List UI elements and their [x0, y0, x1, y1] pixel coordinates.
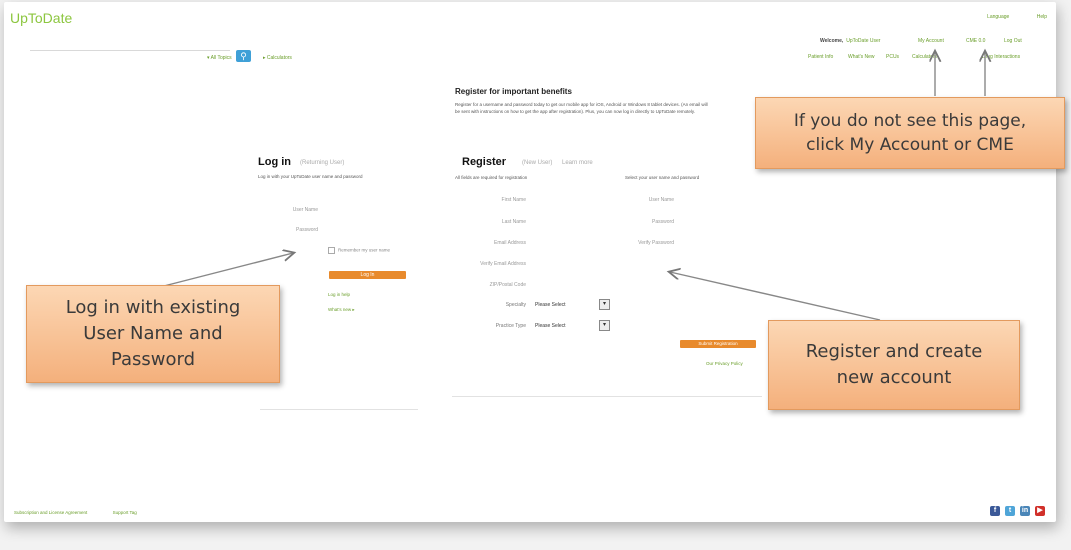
- search-input[interactable]: [30, 50, 230, 51]
- verify-password-field[interactable]: Verify Password: [594, 240, 674, 246]
- remember-me-checkbox[interactable]: Remember my user name: [328, 247, 390, 254]
- chevron-down-icon[interactable]: ▾: [599, 299, 610, 310]
- uptodate-logo[interactable]: UpToDate: [10, 10, 72, 26]
- calculators-link[interactable]: ▸ Calculators: [263, 55, 292, 61]
- email-field[interactable]: Email Address: [446, 240, 526, 246]
- specialty-label: Specialty: [505, 302, 526, 308]
- nav-calculators[interactable]: Calculators: [912, 54, 937, 60]
- nav-pcus[interactable]: PCUs: [886, 54, 899, 60]
- login-help-link[interactable]: Log in help: [328, 292, 350, 297]
- top-links: Language Help: [961, 14, 1047, 20]
- reg-password-field[interactable]: Password: [594, 219, 674, 225]
- login-subtitle: (Returning User): [300, 160, 345, 166]
- cme-link[interactable]: CME 0.0: [966, 38, 985, 44]
- first-name-field[interactable]: First Name: [446, 197, 526, 203]
- practice-type-select[interactable]: Please Select ▾: [535, 320, 610, 331]
- callout-top: If you do not see this page, click My Ac…: [755, 97, 1065, 169]
- support-tag-link[interactable]: Support Tag: [113, 510, 137, 515]
- youtube-icon[interactable]: ▶: [1035, 506, 1045, 516]
- callout-register: Register and create new account: [768, 320, 1020, 410]
- browser-page: [4, 2, 1056, 522]
- callout-login: Log in with existing User Name and Passw…: [26, 285, 280, 383]
- required-note: All fields are required for registration: [455, 175, 528, 180]
- log-out-link[interactable]: Log Out: [1004, 38, 1022, 44]
- all-topics-dropdown[interactable]: ▾ All Topics: [207, 55, 232, 61]
- linkedin-icon[interactable]: in: [1020, 506, 1030, 516]
- search-icon[interactable]: ⚲: [236, 50, 251, 62]
- practice-type-value: Please Select: [535, 323, 566, 329]
- privacy-policy-link[interactable]: Our Privacy Policy: [706, 361, 743, 366]
- login-button[interactable]: Log In: [329, 271, 406, 279]
- submit-registration-button[interactable]: Submit Registration: [680, 340, 756, 348]
- register-subtitle: (New User): [522, 160, 553, 166]
- nav-patient-info[interactable]: Patient Info: [808, 54, 833, 60]
- last-name-field[interactable]: Last Name: [446, 219, 526, 225]
- nav-whats-new[interactable]: What's New: [848, 54, 875, 60]
- zip-field[interactable]: ZIP/Postal Code: [446, 282, 526, 288]
- chevron-down-icon[interactable]: ▾: [599, 320, 610, 331]
- login-title: Log in: [258, 156, 291, 168]
- benefits-text: Register for a username and password tod…: [455, 102, 708, 114]
- welcome-message: Welcome, UpToDate User: [820, 38, 880, 44]
- verify-email-field[interactable]: Verify Email Address: [446, 261, 526, 267]
- welcome-label: Welcome,: [820, 38, 844, 44]
- specialty-value: Please Select: [535, 302, 566, 308]
- specialty-select[interactable]: Please Select ▾: [535, 299, 610, 310]
- language-link[interactable]: Language: [987, 14, 1009, 20]
- twitter-icon[interactable]: t: [1005, 506, 1015, 516]
- password-field-label[interactable]: Password: [258, 227, 318, 233]
- help-link[interactable]: Help: [1037, 14, 1047, 20]
- register-divider: [452, 396, 762, 397]
- checkbox-icon[interactable]: [328, 247, 335, 254]
- facebook-icon[interactable]: f: [990, 506, 1000, 516]
- footer-links: Subscription and License Agreement Suppo…: [14, 510, 161, 515]
- whats-new-link[interactable]: What's new ▸: [328, 307, 355, 313]
- learn-more-link[interactable]: Learn more: [562, 160, 593, 166]
- practice-type-label: Practice Type: [495, 323, 526, 329]
- login-description: Log in with your UpToDate user name and …: [258, 174, 363, 179]
- welcome-name: UpToDate User: [846, 38, 881, 44]
- login-divider: [260, 409, 418, 410]
- reg-username-field[interactable]: User Name: [594, 197, 674, 203]
- license-agreement-link[interactable]: Subscription and License Agreement: [14, 510, 87, 515]
- remember-label: Remember my user name: [338, 247, 391, 253]
- choose-credentials-note: Select your user name and password: [625, 175, 700, 180]
- my-account-link[interactable]: My Account: [918, 38, 944, 44]
- benefits-heading: Register for important benefits: [455, 87, 572, 96]
- nav-drug-interactions[interactable]: Drug Interactions: [982, 54, 1020, 60]
- register-title: Register: [462, 156, 507, 168]
- username-field-label[interactable]: User Name: [258, 207, 318, 213]
